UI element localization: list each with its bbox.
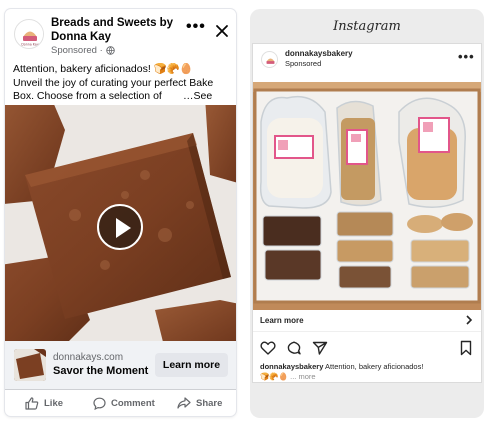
fb-sponsored-label[interactable]: Sponsored · xyxy=(51,45,103,56)
svg-text:Donna Kay: Donna Kay xyxy=(21,43,38,47)
send-icon[interactable] xyxy=(312,340,328,356)
ig-caption-text: Attention, bakery aficionados! xyxy=(323,362,424,371)
comment-label: Comment xyxy=(111,398,155,409)
ig-more-options-icon[interactable]: ••• xyxy=(458,49,475,64)
heart-icon[interactable] xyxy=(260,340,276,356)
ig-caption-username[interactable]: donnakaysbakery xyxy=(260,362,323,371)
play-video-button[interactable] xyxy=(97,204,143,250)
ig-action-icons xyxy=(253,340,481,360)
ig-learn-more-bar[interactable]: Learn more xyxy=(253,310,481,332)
ig-caption: donnakaysbakery Attention, bakery aficio… xyxy=(260,362,478,382)
like-label: Like xyxy=(44,398,64,409)
fb-link-cta-bar[interactable]: donnakays.com Savor the Moment Learn mor… xyxy=(5,341,236,389)
fb-page-avatar[interactable]: Donna Kay xyxy=(14,19,44,49)
comment-icon[interactable] xyxy=(286,340,302,356)
facebook-ad-card: Donna Kay Breads and Sweets by Donna Kay… xyxy=(5,9,236,416)
comment-icon xyxy=(93,397,106,410)
fb-page-name[interactable]: Breads and Sweets by Donna Kay xyxy=(51,16,181,44)
instagram-preview-panel: Instagram donnakaysbakery Sponsored ••• xyxy=(250,9,484,418)
fb-video-media[interactable] xyxy=(5,105,236,341)
fb-action-bar: Like Comment Share xyxy=(5,389,236,416)
ig-caption-emojis: 🍞🥐🥚 xyxy=(260,372,289,381)
thumbs-up-icon xyxy=(25,397,39,410)
fb-link-thumbnail xyxy=(14,349,46,381)
fb-sponsored-meta: Sponsored · xyxy=(51,45,115,56)
fb-link-domain: donnakays.com xyxy=(53,352,124,363)
bread-box-photo xyxy=(253,82,481,310)
fb-post-header: Donna Kay Breads and Sweets by Donna Kay… xyxy=(5,9,236,56)
fb-text-line: Attention, bakery aficionados! 🍞🥐🥚 xyxy=(13,63,193,75)
globe-icon xyxy=(106,46,115,55)
fb-more-options-icon[interactable]: ••• xyxy=(186,19,206,35)
learn-more-button[interactable]: Learn more xyxy=(155,353,228,377)
share-label: Share xyxy=(196,397,223,409)
chevron-right-icon xyxy=(466,315,473,325)
share-icon xyxy=(177,397,191,409)
comment-button[interactable]: Comment xyxy=(93,397,155,410)
fb-text-line: Unveil the joy of curating your perfect … xyxy=(13,76,214,89)
ig-post-image[interactable] xyxy=(253,82,481,310)
ig-top-bar: Instagram xyxy=(250,9,484,43)
ig-sponsored-label: Sponsored xyxy=(285,59,322,68)
ig-caption-more-link[interactable]: ... more xyxy=(290,372,315,381)
ig-username[interactable]: donnakaysbakery xyxy=(285,49,353,58)
ig-profile-avatar[interactable] xyxy=(261,51,278,68)
bookmark-icon[interactable] xyxy=(458,340,474,356)
fb-link-headline[interactable]: Savor the Moment xyxy=(53,365,148,377)
like-button[interactable]: Like xyxy=(25,397,63,410)
ig-post-header: donnakaysbakery Sponsored ••• xyxy=(253,44,481,74)
instagram-ad-card: donnakaysbakery Sponsored ••• Learn more… xyxy=(252,43,482,383)
ig-learn-more-label: Learn more xyxy=(260,316,304,325)
instagram-logo: Instagram xyxy=(333,19,401,34)
share-button[interactable]: Share xyxy=(177,397,222,409)
close-icon[interactable] xyxy=(215,24,229,38)
